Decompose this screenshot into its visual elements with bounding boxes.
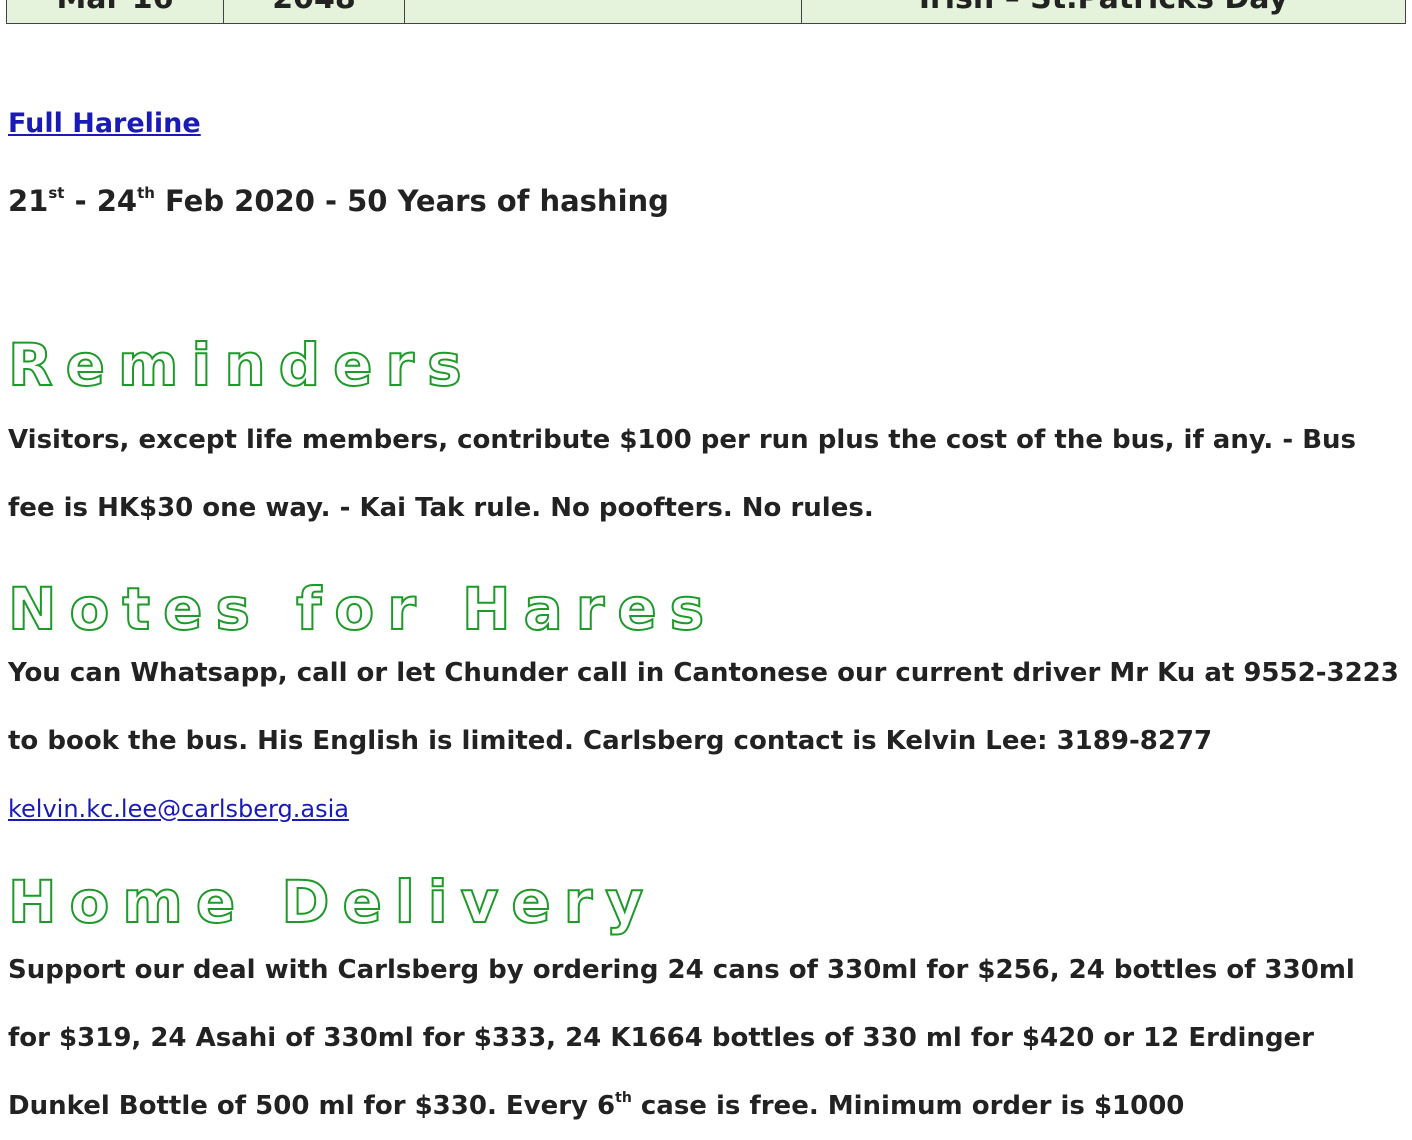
table-row: Mar 16 2048 Irish – St.Patricks Day <box>6 0 1406 24</box>
notes-for-hares-text: You can Whatsapp, call or let Chunder ca… <box>8 658 1399 756</box>
anniversary-rest: Feb 2020 - 50 Years of hashing <box>154 184 669 218</box>
reminders-text: Visitors, except life members, contribut… <box>8 425 1357 523</box>
anniversary-line: 21st - 24th Feb 2020 - 50 Years of hashi… <box>8 184 669 218</box>
run-date-cell: Mar 16 <box>6 0 224 24</box>
anniversary-end-suffix: th <box>137 184 155 202</box>
anniversary-start-day: 21 <box>8 184 49 218</box>
notes-for-hares-heading: Notes for Hares <box>7 575 718 643</box>
anniversary-start-suffix: st <box>48 184 65 202</box>
reminders-heading: Reminders <box>7 331 475 399</box>
carlsberg-email-link[interactable]: kelvin.kc.lee@carlsberg.asia <box>8 795 349 823</box>
full-hareline-link[interactable]: Full Hareline <box>8 108 201 139</box>
run-number-cell: 2048 <box>223 0 405 24</box>
run-theme-cell: Irish – St.Patricks Day <box>801 0 1406 24</box>
home-delivery-heading: Home Delivery <box>7 868 657 936</box>
home-delivery-text: Support our deal with Carlsberg by order… <box>8 936 1402 1140</box>
home-delivery-text-end: case is free. Minimum order is $1000 <box>631 1091 1185 1121</box>
anniversary-end-day: 24 <box>96 184 138 218</box>
home-delivery-ordinal-suffix: th <box>615 1090 632 1106</box>
hareline-table: Mar 16 2048 Irish – St.Patricks Day <box>6 0 1406 24</box>
hare-cell <box>404 0 802 24</box>
anniversary-separator: - <box>64 184 97 218</box>
